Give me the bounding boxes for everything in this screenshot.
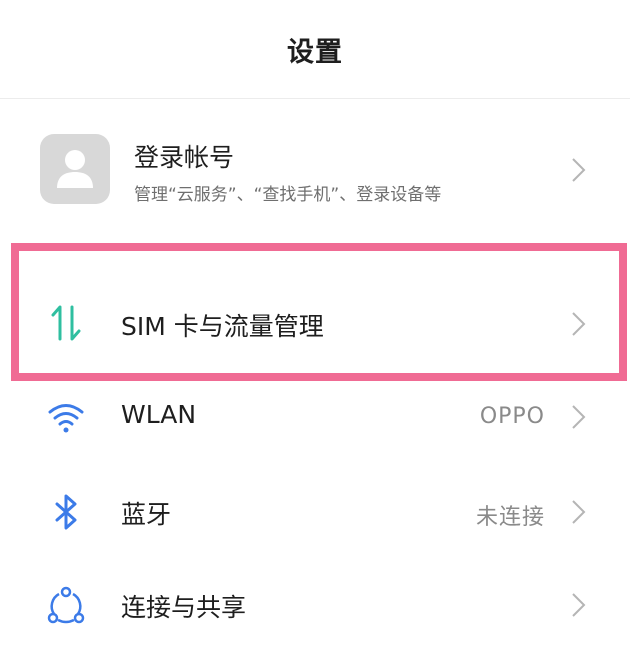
- header-divider: [0, 98, 630, 99]
- wifi-icon: [48, 404, 84, 433]
- user-avatar-icon: [40, 134, 110, 204]
- chevron-right-icon: [572, 158, 586, 182]
- wlan-value: OPPO: [479, 404, 545, 429]
- connection-share-label: 连接与共享: [121, 593, 247, 622]
- account-subtitle: 管理“云服务”、“查找手机”、登录设备等: [134, 185, 442, 205]
- chevron-right-icon: [572, 500, 586, 524]
- chevron-right-icon: [572, 593, 586, 617]
- chevron-right-icon: [572, 405, 586, 429]
- wlan-item[interactable]: WLAN OPPO: [0, 372, 630, 462]
- bluetooth-value: 未连接: [475, 505, 545, 530]
- wlan-label: WLAN: [121, 400, 197, 429]
- highlight-box: [11, 243, 627, 381]
- account-title: 登录帐号: [134, 143, 235, 172]
- bluetooth-label: 蓝牙: [121, 500, 172, 529]
- connection-share-item[interactable]: 连接与共享: [0, 560, 630, 650]
- bluetooth-item[interactable]: 蓝牙 未连接: [0, 467, 630, 557]
- account-login-item[interactable]: 登录帐号 管理“云服务”、“查找手机”、登录设备等: [0, 118, 630, 218]
- connection-share-icon: [47, 586, 85, 624]
- page-title: 设置: [287, 37, 343, 68]
- bluetooth-icon: [55, 494, 77, 530]
